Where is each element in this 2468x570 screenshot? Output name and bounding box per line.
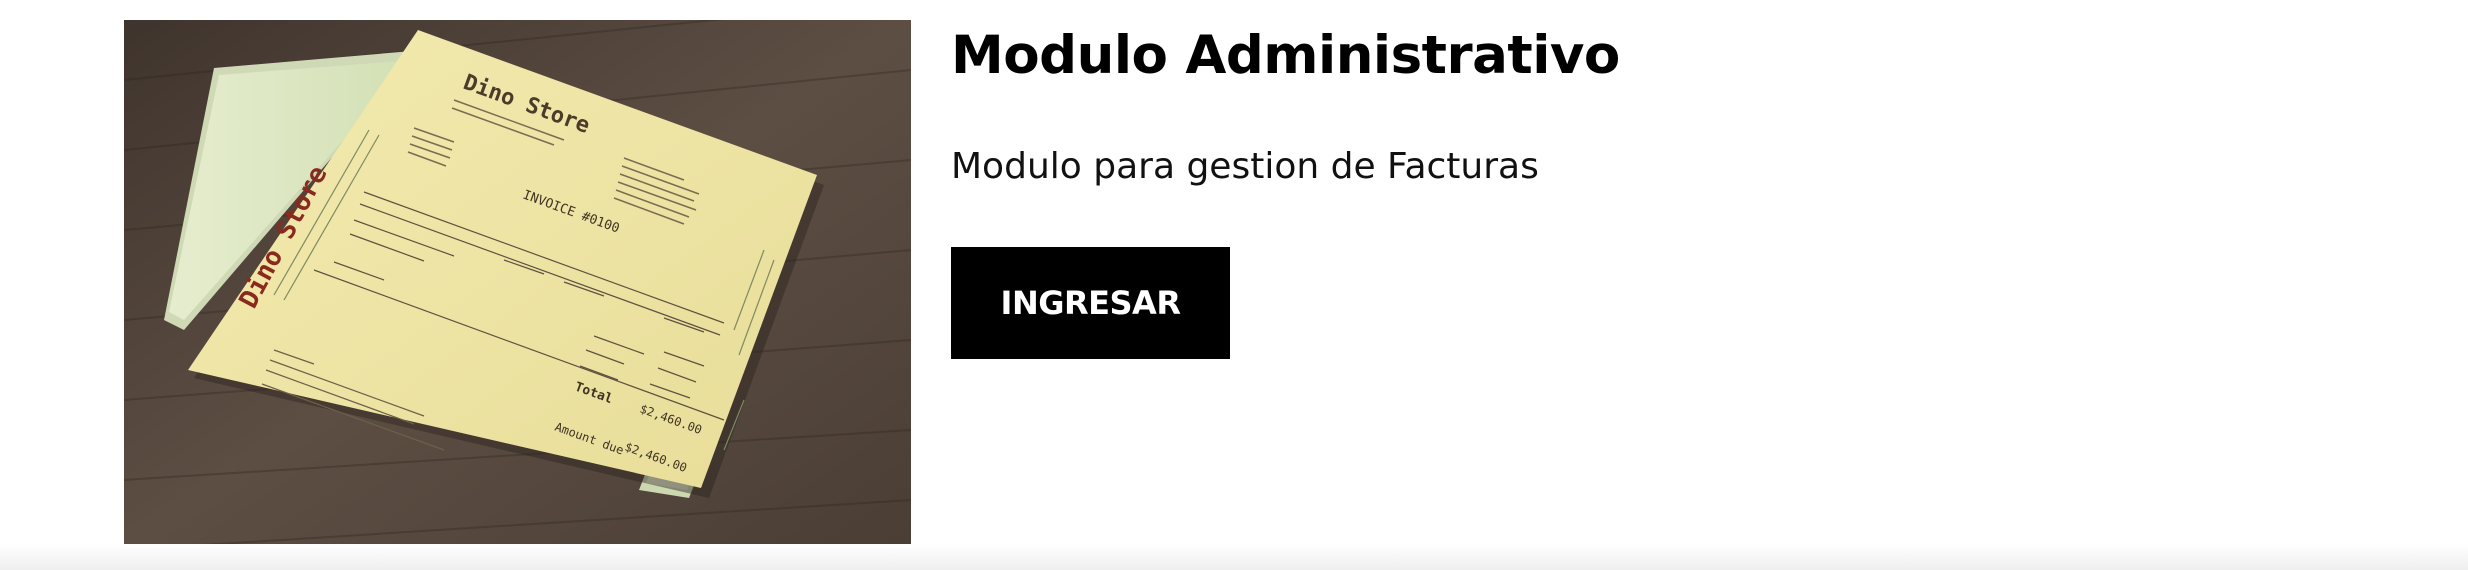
enter-button[interactable]: INGRESAR [951,247,1230,359]
invoice-mockup-illustration: Dino Store INVOICE #0100 Total $2,460.00… [124,20,911,544]
page: Dino Store INVOICE #0100 Total $2,460.00… [0,0,2468,570]
module-description: Modulo para gestion de Facturas [951,146,1539,187]
bottom-divider [0,544,2468,570]
invoice-image: Dino Store INVOICE #0100 Total $2,460.00… [124,20,911,544]
page-title: Modulo Administrativo [951,25,1620,86]
